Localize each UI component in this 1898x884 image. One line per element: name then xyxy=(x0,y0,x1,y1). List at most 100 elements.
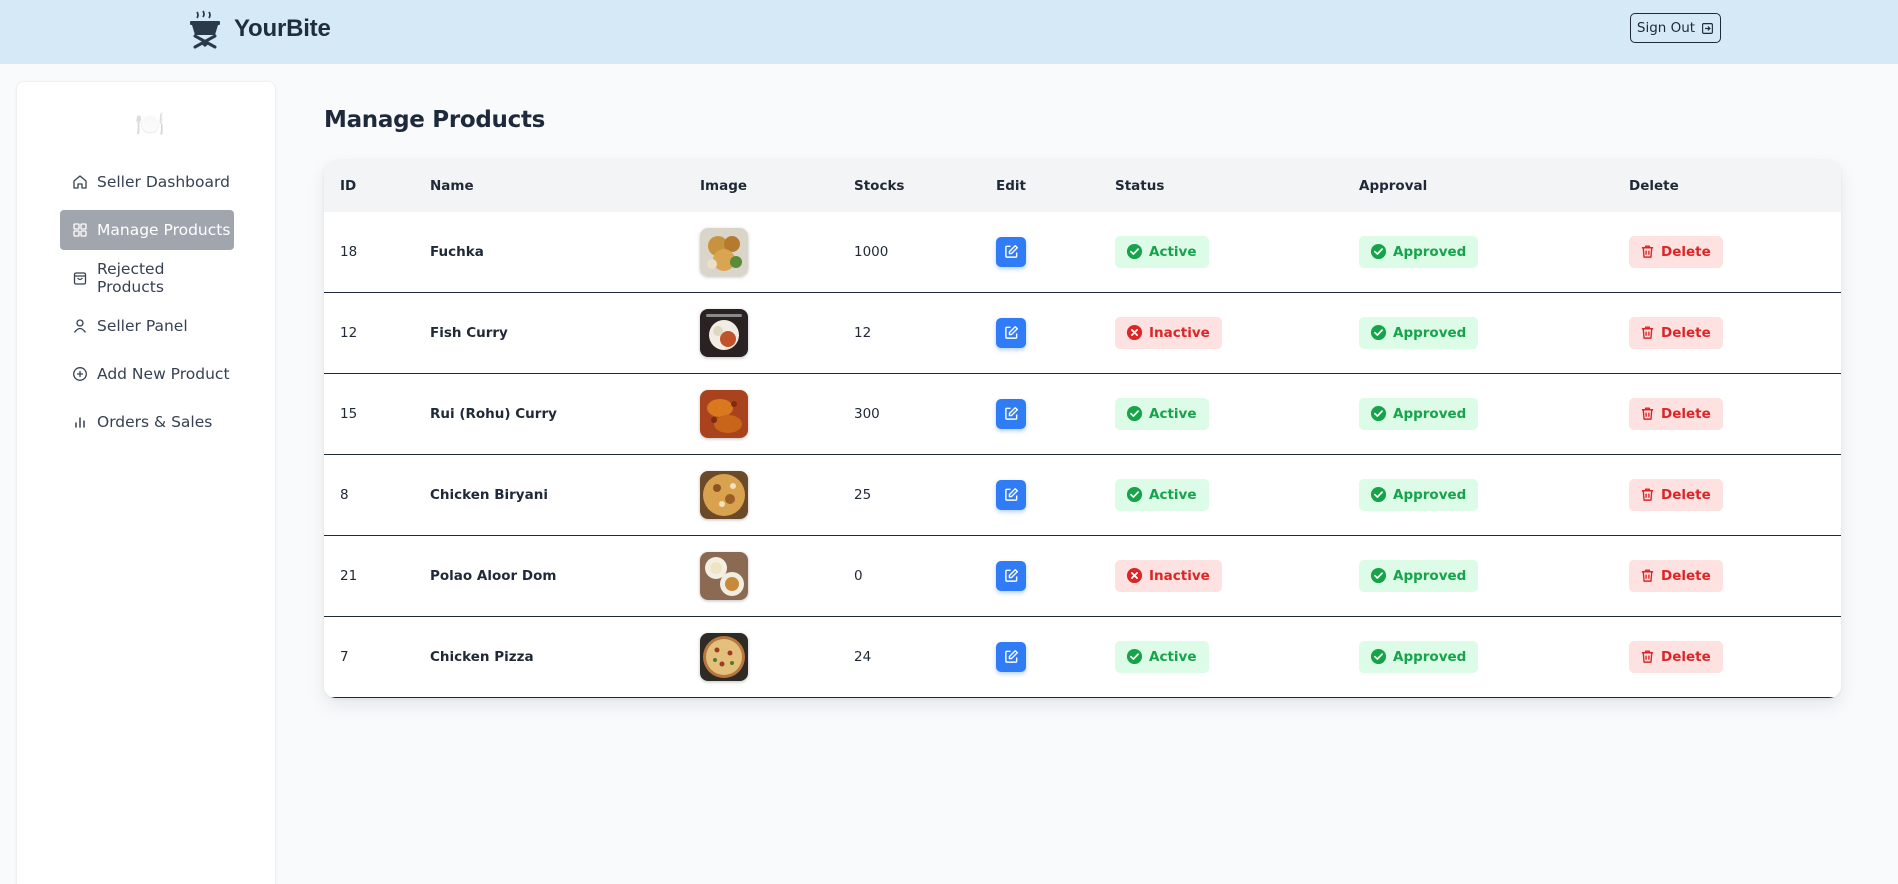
column-header-delete: Delete xyxy=(1629,178,1679,194)
user-icon xyxy=(73,319,87,333)
edit-button[interactable] xyxy=(996,398,1026,429)
edit-button[interactable] xyxy=(996,641,1026,672)
x-circle-icon xyxy=(1126,324,1143,341)
plate-icon: 🍽️ xyxy=(135,110,165,138)
column-header-name: Name xyxy=(430,178,474,194)
approval-label: Approved xyxy=(1393,405,1467,422)
status-badge: Inactive xyxy=(1115,559,1222,592)
sidebar-item-rejected-products[interactable]: Rejected Products xyxy=(60,258,234,298)
product-image xyxy=(700,308,748,357)
delete-button[interactable]: Delete xyxy=(1629,235,1723,268)
sidebar-item-seller-panel[interactable]: Seller Panel xyxy=(60,306,234,346)
table-row: 12 Fish Curry 12 Inactive Approved Delet… xyxy=(324,293,1841,374)
status-label: Inactive xyxy=(1149,567,1210,584)
column-header-id: ID xyxy=(340,178,357,194)
trash-icon xyxy=(1641,245,1654,258)
edit-icon xyxy=(1004,568,1018,582)
page-title: Manage Products xyxy=(324,107,546,133)
status-badge: Inactive xyxy=(1115,316,1222,349)
home-icon xyxy=(73,175,87,189)
top-header: YourBite Sign Out xyxy=(0,0,1898,64)
product-image xyxy=(700,551,748,600)
delete-button[interactable]: Delete xyxy=(1629,478,1723,511)
table-row: 8 Chicken Biryani 25 Active Approved Del… xyxy=(324,455,1841,536)
cell-id: 18 xyxy=(340,243,358,260)
status-label: Inactive xyxy=(1149,324,1210,341)
edit-icon xyxy=(1004,649,1018,663)
check-circle-icon xyxy=(1370,567,1387,584)
approval-label: Approved xyxy=(1393,324,1467,341)
status-badge: Active xyxy=(1115,478,1209,511)
sidebar: 🍽️ Seller Dashboard Manage Products Reje… xyxy=(16,81,276,884)
approval-badge: Approved xyxy=(1359,559,1479,592)
table-row: 7 Chicken Pizza 24 Active Approved Delet… xyxy=(324,617,1841,698)
check-circle-icon xyxy=(1126,648,1143,665)
delete-label: Delete xyxy=(1661,405,1711,422)
cell-name: Rui (Rohu) Curry xyxy=(430,405,557,422)
edit-icon xyxy=(1004,406,1018,420)
cell-name: Chicken Pizza xyxy=(430,648,534,665)
sidebar-item-label: Seller Dashboard xyxy=(97,173,230,191)
approval-label: Approved xyxy=(1393,486,1467,503)
status-label: Active xyxy=(1149,243,1197,260)
cell-id: 15 xyxy=(340,405,358,422)
sidebar-item-label: Add New Product xyxy=(97,365,230,383)
approval-label: Approved xyxy=(1393,648,1467,665)
column-header-image: Image xyxy=(700,178,748,194)
sidebar-item-seller-dashboard[interactable]: Seller Dashboard xyxy=(60,162,234,202)
edit-icon xyxy=(1004,487,1018,501)
cell-stocks: 0 xyxy=(854,567,863,584)
check-circle-icon xyxy=(1370,243,1387,260)
cell-name: Polao Aloor Dom xyxy=(430,567,557,584)
column-header-edit: Edit xyxy=(996,178,1026,194)
edit-button[interactable] xyxy=(996,236,1026,267)
edit-button[interactable] xyxy=(996,560,1026,591)
sidebar-item-orders-sales[interactable]: Orders & Sales xyxy=(60,402,234,442)
product-image xyxy=(700,389,748,438)
bag-icon xyxy=(73,272,87,285)
sidebar-item-label: Seller Panel xyxy=(97,317,188,335)
trash-icon xyxy=(1641,407,1654,420)
delete-label: Delete xyxy=(1661,324,1711,341)
table-row: 21 Polao Aloor Dom 0 Inactive Approved D… xyxy=(324,536,1841,617)
edit-button[interactable] xyxy=(996,479,1026,510)
cell-stocks: 25 xyxy=(854,486,872,503)
x-circle-icon xyxy=(1126,567,1143,584)
cell-id: 21 xyxy=(340,567,358,584)
cell-name: Fuchka xyxy=(430,243,484,260)
cell-id: 8 xyxy=(340,486,349,503)
sign-out-icon xyxy=(1702,22,1714,34)
delete-button[interactable]: Delete xyxy=(1629,397,1723,430)
trash-icon xyxy=(1641,326,1654,339)
delete-label: Delete xyxy=(1661,243,1711,260)
check-circle-icon xyxy=(1370,648,1387,665)
brand[interactable]: YourBite xyxy=(188,9,331,49)
sidebar-item-label: Orders & Sales xyxy=(97,413,213,431)
edit-button[interactable] xyxy=(996,317,1026,348)
status-badge: Active xyxy=(1115,235,1209,268)
product-image xyxy=(700,227,748,276)
delete-button[interactable]: Delete xyxy=(1629,559,1723,592)
delete-button[interactable]: Delete xyxy=(1629,316,1723,349)
column-header-stocks: Stocks xyxy=(854,178,905,194)
check-circle-icon xyxy=(1126,486,1143,503)
status-label: Active xyxy=(1149,405,1197,422)
sidebar-item-add-new-product[interactable]: Add New Product xyxy=(60,354,234,394)
status-badge: Active xyxy=(1115,640,1209,673)
edit-icon xyxy=(1004,244,1018,258)
table-row: 18 Fuchka 1000 Active Approved Delete xyxy=(324,212,1841,293)
sidebar-item-manage-products[interactable]: Manage Products xyxy=(60,210,234,250)
trash-icon xyxy=(1641,569,1654,582)
cell-stocks: 300 xyxy=(854,405,880,422)
cell-name: Chicken Biryani xyxy=(430,486,548,503)
products-table: ID Name Image Stocks Edit Status Approva… xyxy=(324,160,1841,698)
approval-label: Approved xyxy=(1393,243,1467,260)
trash-icon xyxy=(1641,488,1654,501)
approval-badge: Approved xyxy=(1359,640,1479,673)
delete-label: Delete xyxy=(1661,567,1711,584)
approval-label: Approved xyxy=(1393,567,1467,584)
check-circle-icon xyxy=(1370,486,1387,503)
delete-button[interactable]: Delete xyxy=(1629,640,1723,673)
sign-out-button[interactable]: Sign Out xyxy=(1630,13,1721,43)
approval-badge: Approved xyxy=(1359,397,1479,430)
